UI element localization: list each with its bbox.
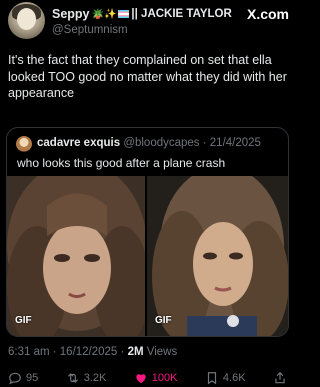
author-handle[interactable]: @Septumnism <box>52 24 128 36</box>
like-button[interactable]: 100K <box>134 371 178 385</box>
author-avatar[interactable] <box>8 2 45 39</box>
bookmark-icon <box>207 371 216 384</box>
quote-media-gif-2[interactable]: GIF <box>147 176 288 336</box>
views-count: 2M <box>127 346 144 358</box>
gif-badge: GIF <box>155 315 172 326</box>
gif-1-image <box>7 176 145 336</box>
repost-icon <box>67 372 78 383</box>
post-meta: 6:31 am · 16/12/2025 · 2M Views <box>8 346 177 358</box>
repost-count: 3.2K <box>83 371 107 384</box>
post-time-date[interactable]: 6:31 am · 16/12/2025 · <box>8 346 128 358</box>
quoted-post[interactable]: cadavre exquis @bloodycapes · 21/4/2025 … <box>6 127 289 337</box>
heart-icon <box>136 373 146 383</box>
post-header: Seppy 🪴✨ || JACKIE TAYLOR @Septumnism X.… <box>8 2 289 42</box>
repost-button[interactable]: 3.2K <box>66 371 107 385</box>
avatar-face <box>17 8 36 30</box>
bookmark-button[interactable]: 4.6K <box>205 371 246 385</box>
quote-text: who looks this good after a plane crash <box>17 156 226 170</box>
quote-media-gif-1[interactable]: GIF <box>7 176 145 336</box>
gif-2-image <box>147 176 288 336</box>
media-indicator-icon <box>227 315 239 327</box>
action-bar: 95 3.2K 100K 4.6K <box>8 368 291 387</box>
post-text: It's the fact that they complained on se… <box>8 53 287 100</box>
quote-author-avatar[interactable] <box>16 136 32 152</box>
views-label: Views <box>143 346 178 358</box>
gif-badge: GIF <box>15 315 32 326</box>
reply-icon <box>9 372 21 384</box>
author-emojis: 🪴✨ <box>91 8 117 20</box>
quote-handle-date: @bloodycapes · 21/4/2025 <box>123 137 261 149</box>
x-logo: X.com <box>246 6 289 22</box>
trans-flag-icon <box>118 10 130 18</box>
author-display-name[interactable]: Seppy <box>52 7 90 21</box>
author-name-extra[interactable]: || JACKIE TAYLOR <box>131 8 231 20</box>
bookmark-count: 4.6K <box>222 371 246 384</box>
reply-button[interactable]: 95 <box>8 371 38 385</box>
reply-count: 95 <box>26 371 39 384</box>
quote-author-name[interactable]: cadavre exquis <box>37 137 120 149</box>
author-name-row[interactable]: Seppy 🪴✨ || JACKIE TAYLOR <box>52 7 232 21</box>
post: Seppy 🪴✨ || JACKIE TAYLOR @Septumnism X.… <box>0 0 295 387</box>
share-icon <box>275 371 285 383</box>
share-button[interactable] <box>273 371 291 385</box>
like-count: 100K <box>151 371 178 384</box>
quote-header: cadavre exquis @bloodycapes · 21/4/2025 <box>37 137 261 149</box>
